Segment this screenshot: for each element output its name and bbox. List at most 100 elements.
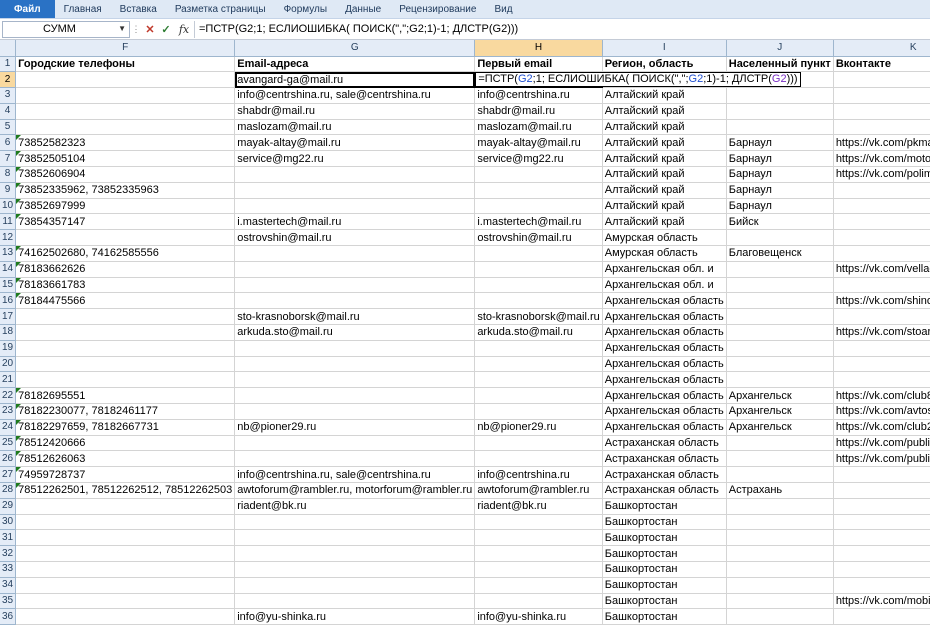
row-header[interactable]: 17 xyxy=(0,308,17,326)
cell[interactable] xyxy=(726,450,834,468)
row-header[interactable]: 6 xyxy=(0,134,17,152)
cell[interactable] xyxy=(474,403,603,420)
cell[interactable] xyxy=(234,529,476,547)
cell[interactable]: 78183661783 xyxy=(15,277,236,294)
cell[interactable]: 78182230077, 78182461177 xyxy=(15,403,236,420)
cell[interactable]: info@centrshina.ru xyxy=(474,87,603,104)
column-title-cell[interactable]: Первый email xyxy=(474,56,603,73)
cell[interactable]: Астраханская область xyxy=(602,482,727,499)
row-header[interactable]: 25 xyxy=(0,435,17,452)
row-header[interactable]: 5 xyxy=(0,119,17,136)
cell[interactable] xyxy=(833,340,930,357)
cell[interactable] xyxy=(474,245,603,262)
cell[interactable] xyxy=(474,450,603,468)
row-header[interactable]: 10 xyxy=(0,198,17,215)
cell[interactable] xyxy=(234,277,476,294)
row-header[interactable]: 30 xyxy=(0,514,17,531)
cell[interactable]: https://vk.com/stoarkuda29 xyxy=(833,324,930,341)
row-header[interactable]: 14 xyxy=(0,261,17,278)
cell[interactable]: i.mastertech@mail.ru xyxy=(474,213,603,231)
cell[interactable] xyxy=(474,371,603,389)
row-header[interactable]: 18 xyxy=(0,324,17,341)
ribbon-tab[interactable]: Файл xyxy=(0,0,55,18)
cell[interactable] xyxy=(234,166,476,183)
cell[interactable] xyxy=(833,577,930,594)
enter-check-icon[interactable]: ✓ xyxy=(158,21,174,38)
row-header[interactable]: 33 xyxy=(0,561,17,578)
cell[interactable]: Алтайский край xyxy=(602,182,727,199)
cell[interactable]: nb@pioner29.ru xyxy=(474,419,603,436)
cell[interactable]: shabdr@mail.ru xyxy=(474,103,603,120)
row-header[interactable]: 2 xyxy=(0,71,17,89)
cell[interactable]: Алтайский край xyxy=(602,134,727,152)
cell[interactable]: 78512262501, 78512262512, 78512262503 xyxy=(15,482,236,499)
cell[interactable]: Архангельск xyxy=(726,403,834,420)
cell[interactable] xyxy=(474,198,603,215)
cell[interactable] xyxy=(234,261,476,278)
cell[interactable]: Амурская область xyxy=(602,245,727,262)
cell[interactable]: mayak-altay@mail.ru xyxy=(474,134,603,152)
cell[interactable] xyxy=(234,245,476,262)
ribbon-tab[interactable]: Рецензирование xyxy=(390,0,485,18)
cell[interactable] xyxy=(15,545,236,562)
cell[interactable]: Башкортостан xyxy=(602,498,727,515)
cell[interactable]: https://vk.com/motorgrupp xyxy=(833,150,930,168)
cell[interactable]: Архангельская область xyxy=(602,340,727,357)
cell[interactable] xyxy=(234,450,476,468)
cell[interactable]: Архангельская область xyxy=(602,371,727,389)
cell[interactable]: info@centrshina.ru, sale@centrshina.ru xyxy=(234,466,476,484)
cell[interactable] xyxy=(833,482,930,499)
cell[interactable]: Астраханская область xyxy=(602,450,727,468)
cell[interactable] xyxy=(833,103,930,120)
cell[interactable]: info@centrshina.ru, sale@centrshina.ru xyxy=(234,87,476,104)
cancel-icon[interactable]: ✕ xyxy=(142,21,158,38)
cell[interactable] xyxy=(474,292,603,310)
cell[interactable]: 78183662626 xyxy=(15,261,236,278)
cell[interactable]: awtoforum@rambler.ru, motorforum@rambler… xyxy=(234,482,476,499)
cell[interactable] xyxy=(726,514,834,531)
cell[interactable] xyxy=(234,371,476,389)
cell[interactable] xyxy=(15,119,236,136)
cell[interactable]: Башкортостан xyxy=(602,608,727,626)
formula-input[interactable]: =ПСТР(G2;1; ЕСЛИОШИБКА( ПОИСК(",";G2;1)-… xyxy=(194,20,930,38)
cell[interactable] xyxy=(234,387,476,405)
cell[interactable] xyxy=(474,435,603,452)
cell[interactable]: 74162502680, 74162585556 xyxy=(15,245,236,262)
row-header[interactable]: 8 xyxy=(0,166,17,183)
column-header[interactable]: K xyxy=(833,40,930,57)
cell[interactable] xyxy=(15,356,236,373)
cell[interactable]: https://vk.com/club83164894 xyxy=(833,387,930,405)
row-header[interactable]: 9 xyxy=(0,182,17,199)
row-header[interactable]: 21 xyxy=(0,371,17,389)
cell[interactable]: service@mg22.ru xyxy=(234,150,476,168)
cell[interactable] xyxy=(474,261,603,278)
row-header[interactable]: 24 xyxy=(0,419,17,436)
cell[interactable]: 73854357147 xyxy=(15,213,236,231)
cell[interactable] xyxy=(474,593,603,610)
cell[interactable] xyxy=(15,561,236,578)
cell[interactable] xyxy=(726,498,834,515)
cell[interactable]: Архангельская область xyxy=(602,324,727,341)
name-box[interactable]: СУММ ▼ xyxy=(2,20,130,38)
cell[interactable]: Башкортостан xyxy=(602,545,727,562)
cell[interactable] xyxy=(726,119,834,136)
cell[interactable]: https://vk.com/avtosila29 xyxy=(833,403,930,420)
cell[interactable]: Благовещенск xyxy=(726,245,834,262)
cell[interactable] xyxy=(474,561,603,578)
cell[interactable] xyxy=(234,593,476,610)
cell[interactable] xyxy=(234,292,476,310)
ribbon-tab[interactable]: Вид xyxy=(485,0,521,18)
cell[interactable]: Башкортостан xyxy=(602,529,727,547)
cell[interactable] xyxy=(833,277,930,294)
ribbon-tab[interactable]: Данные xyxy=(336,0,390,18)
cell[interactable]: Архангельск xyxy=(726,419,834,436)
cell[interactable]: Архангельская обл. и xyxy=(602,277,727,294)
cell[interactable] xyxy=(833,466,930,484)
cell[interactable]: mayak-altay@mail.ru xyxy=(234,134,476,152)
cell[interactable]: Барнаул xyxy=(726,198,834,215)
column-header[interactable]: J xyxy=(726,40,834,57)
row-header[interactable]: 28 xyxy=(0,482,17,499)
cell[interactable] xyxy=(726,577,834,594)
cell[interactable] xyxy=(15,87,236,104)
cell[interactable] xyxy=(474,182,603,199)
